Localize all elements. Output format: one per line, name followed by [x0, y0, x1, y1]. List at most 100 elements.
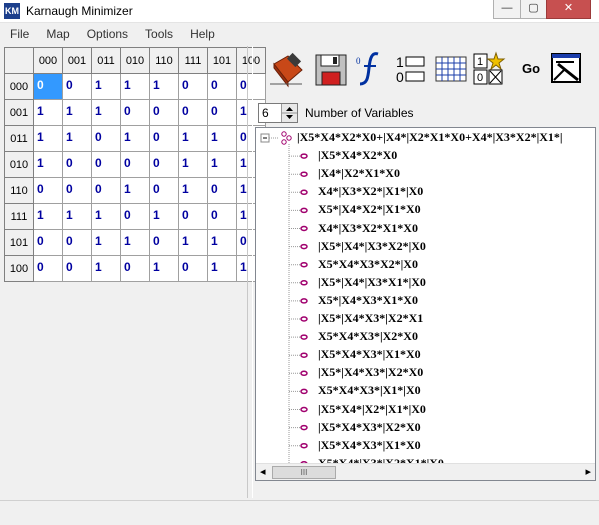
kmap-cell[interactable]: 0 [62, 229, 92, 256]
kmap-cell[interactable]: 0 [91, 125, 121, 152]
tree-term-node[interactable]: X5*X4*X3*|X1*|X0 [318, 383, 421, 398]
kmap-cell[interactable]: 1 [178, 177, 208, 204]
kmap-cell[interactable]: 0 [149, 177, 179, 204]
kmap-cell[interactable]: 1 [91, 99, 121, 126]
kmap-cell[interactable]: 0 [149, 229, 179, 256]
kmap-cell[interactable]: 1 [207, 125, 237, 152]
result-tree-view[interactable]: |X5*X4*X2*X0+|X4*|X2*X1*X0+X4*|X3*X2*|X1… [255, 127, 596, 481]
tree-term-node[interactable]: |X5*X4*X2*X0 [318, 148, 397, 163]
kmap-cell[interactable]: 0 [178, 99, 208, 126]
term-node-icon [300, 225, 308, 232]
kmap-cell[interactable]: 0 [62, 177, 92, 204]
kmap-cell[interactable]: 1 [62, 203, 92, 230]
kmap-cell[interactable]: 0 [91, 151, 121, 178]
tree-term-node[interactable]: X4*|X3*X2*X1*X0 [318, 221, 418, 236]
kmap-cell[interactable]: 1 [33, 99, 63, 126]
kmap-cell[interactable]: 1 [91, 229, 121, 256]
kmap-cell[interactable]: 0 [33, 255, 63, 282]
tree-term-node[interactable]: X5*|X4*X3*X1*X0 [318, 293, 418, 308]
eraser-tool-button[interactable] [268, 50, 303, 88]
kmap-cell[interactable]: 0 [149, 99, 179, 126]
kmap-cell[interactable]: 1 [91, 73, 121, 100]
kmap-cell[interactable]: 0 [120, 99, 150, 126]
close-button[interactable]: ✕ [546, 0, 591, 19]
scroll-thumb[interactable]: III [272, 466, 336, 479]
save-button[interactable] [314, 50, 348, 88]
scroll-right-icon[interactable]: ▸ [585, 465, 591, 478]
kmap-cell[interactable]: 1 [120, 177, 150, 204]
tree-term-node[interactable]: |X5*|X4*|X3*X2*|X0 [318, 239, 426, 254]
tree-term-node[interactable]: |X5*X4*X3*|X1*X0 [318, 438, 421, 453]
kmap-cell[interactable]: 0 [33, 229, 63, 256]
horizontal-scrollbar[interactable]: ◂ III ▸ [256, 463, 595, 480]
tree-term-node[interactable]: X5*X4*X3*|X2*X0 [318, 329, 418, 344]
kmap-cell[interactable]: 1 [178, 151, 208, 178]
kmap-cell[interactable]: 1 [120, 73, 150, 100]
tree-term-node[interactable]: |X5*|X4*|X3*X1*|X0 [318, 275, 426, 290]
spinner-buttons[interactable] [281, 104, 297, 122]
kmap-cell[interactable]: 0 [62, 255, 92, 282]
kmap-cell[interactable]: 1 [91, 255, 121, 282]
kmap-cell[interactable]: 1 [33, 151, 63, 178]
maximize-button[interactable]: ▢ [520, 0, 547, 19]
kmap-cell[interactable]: 0 [207, 203, 237, 230]
scroll-left-icon[interactable]: ◂ [260, 465, 266, 478]
menu-options[interactable]: Options [77, 26, 135, 41]
kmap-cell[interactable]: 0 [178, 203, 208, 230]
circuit-button[interactable] [550, 50, 584, 88]
tree-term-node[interactable]: |X5*X4*X3*|X2*X0 [318, 420, 421, 435]
kmap-cell[interactable]: 1 [207, 229, 237, 256]
kmap-cell[interactable]: 0 [149, 125, 179, 152]
circuit-icon [551, 53, 581, 83]
kmap-cell[interactable]: 1 [62, 99, 92, 126]
kmap-cell[interactable]: 1 [178, 125, 208, 152]
tree-root-node[interactable]: |X5*X4*X2*X0+|X4*|X2*X1*X0+X4*|X3*X2*|X1… [297, 130, 563, 145]
menu-tools[interactable]: Tools [135, 26, 180, 41]
tree-term-node[interactable]: X5*|X4*X2*|X1*X0 [318, 202, 421, 217]
kmap-cell[interactable]: 0 [120, 203, 150, 230]
kmap-cell[interactable]: 0 [33, 73, 63, 100]
tree-term-node[interactable]: |X4*|X2*X1*X0 [318, 166, 400, 181]
kmap-cell[interactable]: 0 [207, 99, 237, 126]
tree-term-node[interactable]: |X5*|X4*X3*|X2*X0 [318, 365, 423, 380]
kmap-cell[interactable]: 1 [33, 203, 63, 230]
values-button[interactable]: 1 0 [472, 50, 506, 88]
kmap-cell[interactable]: 0 [178, 255, 208, 282]
minimize-button[interactable]: — [493, 0, 521, 19]
kmap-cell[interactable]: 1 [33, 125, 63, 152]
go-button[interactable]: Go [514, 50, 548, 88]
tree-term-node[interactable]: X5*X4*X3*X2*|X0 [318, 257, 418, 272]
kmap-cell[interactable]: 0 [120, 151, 150, 178]
kmap-cell[interactable]: 1 [62, 125, 92, 152]
tree-term-node[interactable]: |X5*X4*X3*|X1*X0 [318, 347, 421, 362]
kmap-cell[interactable]: 0 [149, 151, 179, 178]
kmap-cell[interactable]: 0 [33, 177, 63, 204]
menu-help[interactable]: Help [180, 26, 222, 41]
kmap-cell[interactable]: 1 [120, 125, 150, 152]
kmap-cell[interactable]: 1 [178, 229, 208, 256]
tree-term-node[interactable]: |X5*|X4*X3*|X2*X1 [318, 311, 423, 326]
kmap-cell[interactable]: 0 [207, 177, 237, 204]
tree-term-node[interactable]: |X5*X4*|X2*|X1*|X0 [318, 402, 426, 417]
variables-spinner[interactable]: 6 [258, 103, 298, 123]
kmap-cell[interactable]: 0 [62, 73, 92, 100]
menu-map[interactable]: Map [36, 26, 76, 41]
list-view-button[interactable]: 1 0 [394, 50, 428, 88]
tree-term-node[interactable]: X4*|X3*X2*|X1*|X0 [318, 184, 423, 199]
kmap-cell[interactable]: 0 [120, 255, 150, 282]
grid-view-button[interactable] [434, 50, 468, 88]
panel-splitter[interactable] [247, 46, 253, 498]
kmap-cell[interactable]: 0 [62, 151, 92, 178]
menu-file[interactable]: File [0, 26, 36, 41]
kmap-cell[interactable]: 1 [207, 151, 237, 178]
kmap-cell[interactable]: 1 [207, 255, 237, 282]
kmap-cell[interactable]: 1 [149, 255, 179, 282]
function-button[interactable]: 0 [354, 50, 388, 88]
kmap-cell[interactable]: 1 [149, 203, 179, 230]
kmap-cell[interactable]: 1 [91, 203, 121, 230]
kmap-cell[interactable]: 0 [91, 177, 121, 204]
kmap-cell[interactable]: 1 [149, 73, 179, 100]
kmap-cell[interactable]: 1 [120, 229, 150, 256]
kmap-cell[interactable]: 0 [207, 73, 237, 100]
kmap-cell[interactable]: 0 [178, 73, 208, 100]
